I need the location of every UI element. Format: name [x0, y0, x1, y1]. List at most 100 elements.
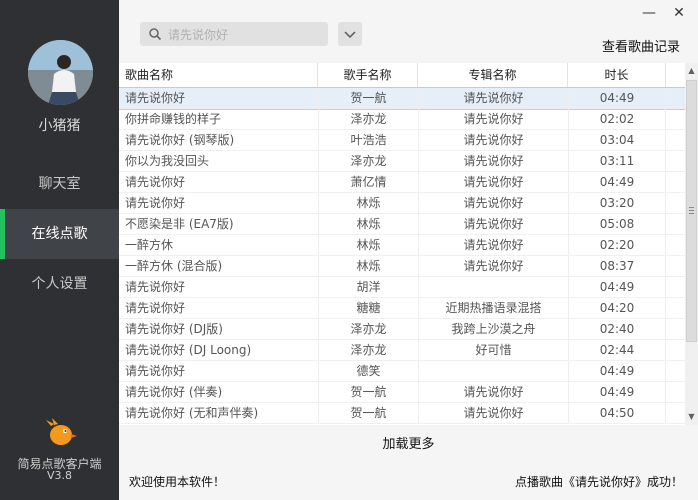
table-row[interactable]: 请先说你好 林烁 请先说你好 03:20 — [119, 193, 685, 214]
duration-cell: 02:44 — [568, 340, 666, 360]
singer-name-cell: 贺一航 — [318, 88, 418, 108]
column-header-duration[interactable]: 时长 — [568, 63, 666, 87]
table-row[interactable]: 你拼命赚钱的样子 泽亦龙 请先说你好 02:02 — [119, 109, 685, 130]
song-name-cell: 请先说你好 (钢琴版) — [125, 133, 235, 147]
album-name-cell: 请先说你好 — [418, 130, 568, 150]
table-row[interactable]: 请先说你好 萧亿情 请先说你好 04:49 — [119, 172, 685, 193]
avatar[interactable] — [28, 40, 93, 105]
duration-cell: 04:49 — [568, 88, 666, 108]
load-more-button[interactable]: 加载更多 — [119, 431, 698, 459]
song-name-cell: 你拼命赚钱的样子 — [125, 112, 222, 126]
duration-cell: 04:49 — [568, 172, 666, 192]
album-name-cell: 请先说你好 — [418, 193, 568, 213]
scroll-thumb[interactable] — [686, 80, 697, 342]
table-row[interactable]: 请先说你好 (钢琴版) 叶浩浩 请先说你好 03:04 — [119, 130, 685, 151]
album-name-cell — [418, 361, 568, 381]
album-name-cell: 请先说你好 — [418, 235, 568, 255]
table-row[interactable]: 不愿染是非 (EA7版) 林烁 请先说你好 05:08 — [119, 214, 685, 235]
singer-name-cell: 林烁 — [318, 193, 418, 213]
singer-name-cell: 贺一航 — [318, 403, 418, 423]
song-name-cell: 请先说你好 — [125, 91, 186, 105]
view-song-history-link[interactable]: 查看歌曲记录 — [602, 36, 680, 55]
close-icon[interactable]: ✕ — [669, 4, 689, 22]
vertical-scrollbar[interactable]: ▲ ▼ — [685, 63, 698, 425]
album-name-cell: 好可惜 — [418, 340, 568, 360]
search-box — [140, 22, 328, 48]
table-row[interactable]: 请先说你好 贺一航 请先说你好 04:49 — [119, 87, 686, 110]
table-row[interactable]: 一醉方休 (混合版) 林烁 请先说你好 08:37 — [119, 256, 685, 277]
singer-name-cell: 林烁 — [318, 235, 418, 255]
album-name-cell: 请先说你好 — [418, 256, 568, 276]
album-name-cell: 请先说你好 — [418, 214, 568, 234]
search-input[interactable] — [166, 22, 325, 48]
main-panel: — ✕ 查看歌曲记录 歌曲名称 歌手名称 专辑名称 时长 请先说你好贺一航请先说… — [119, 0, 698, 500]
album-name-cell: 请先说你好 — [418, 172, 568, 192]
table-body: 请先说你好 贺一航 请先说你好 04:49 你拼命赚钱的样子 泽亦龙 请先说你好 02:02 请… — [119, 87, 686, 424]
table-row[interactable]: 请先说你好 (伴奏) 贺一航 请先说你好 04:49 — [119, 382, 685, 403]
song-name-cell: 一醉方休 (混合版) — [125, 259, 223, 273]
nav-item-settings[interactable]: 个人设置 — [0, 259, 119, 309]
table-row[interactable]: 请先说你好 胡洋 04:49 — [119, 277, 685, 298]
singer-name-cell: 叶浩浩 — [318, 130, 418, 150]
table-row[interactable]: 你以为我没回头 泽亦龙 请先说你好 03:11 — [119, 151, 685, 172]
song-name-cell: 请先说你好 — [125, 196, 186, 210]
album-name-cell: 请先说你好 — [418, 382, 568, 402]
singer-name-cell: 糖糖 — [318, 298, 418, 318]
column-header-singer[interactable]: 歌手名称 — [318, 63, 418, 87]
duration-cell: 04:49 — [568, 382, 666, 402]
album-name-cell: 请先说你好 — [418, 151, 568, 171]
table-row[interactable]: 请先说你好 (DJ版) 泽亦龙 我跨上沙漠之舟 02:40 — [119, 319, 685, 340]
duration-cell: 02:40 — [568, 319, 666, 339]
duration-cell: 08:37 — [568, 256, 666, 276]
duration-cell: 04:49 — [568, 277, 666, 297]
song-name-cell: 请先说你好 — [125, 175, 186, 189]
song-name-cell: 请先说你好 (DJ版) — [125, 322, 223, 336]
duration-cell: 05:08 — [568, 214, 666, 234]
table-row[interactable]: 请先说你好 (无和声伴奏) 贺一航 请先说你好 04:50 — [119, 403, 685, 424]
sidebar: 小猪猪 聊天室 在线点歌 个人设置 简易点歌客户端 V3.8 — [0, 0, 119, 500]
search-icon — [149, 28, 162, 41]
album-name-cell: 近期热播语录混搭 — [418, 298, 568, 318]
app-version: V3.8 — [46, 469, 73, 482]
nav-item-chatroom[interactable]: 聊天室 — [0, 159, 119, 209]
scroll-down-arrow-icon[interactable]: ▼ — [685, 411, 698, 423]
chevron-down-icon — [344, 31, 356, 39]
album-name-cell: 我跨上沙漠之舟 — [418, 319, 568, 339]
table-row[interactable]: 请先说你好 德笑 04:49 — [119, 361, 685, 382]
status-welcome: 欢迎使用本软件！ — [129, 475, 226, 489]
album-name-cell — [418, 277, 568, 297]
duration-cell: 04:49 — [568, 361, 666, 381]
minimize-icon[interactable]: — — [639, 4, 659, 22]
duration-cell: 04:50 — [568, 403, 666, 423]
song-name-cell: 不愿染是非 (EA7版) — [125, 217, 234, 231]
song-name-cell: 请先说你好 (无和声伴奏) — [125, 406, 259, 420]
song-table: 歌曲名称 歌手名称 专辑名称 时长 请先说你好 贺一航 请先说你好 04:49 你拼命赚… — [119, 63, 698, 425]
song-name-cell: 请先说你好 (DJ Loong) — [125, 343, 252, 357]
album-name-cell: 请先说你好 — [418, 109, 568, 129]
singer-name-cell: 德笑 — [318, 361, 418, 381]
scroll-up-arrow-icon[interactable]: ▲ — [685, 65, 698, 77]
album-name-cell: 请先说你好 — [418, 88, 568, 108]
duration-cell: 02:20 — [568, 235, 666, 255]
table-row[interactable]: 请先说你好 (DJ Loong) 泽亦龙 好可惜 02:44 — [119, 340, 685, 361]
column-header-song[interactable]: 歌曲名称 — [119, 63, 318, 87]
duration-cell: 04:20 — [568, 298, 666, 318]
song-name-cell: 一醉方休 — [125, 238, 174, 252]
username: 小猪猪 — [38, 118, 81, 134]
app-logo-icon — [46, 418, 77, 445]
duration-cell: 03:11 — [568, 151, 666, 171]
song-name-cell: 请先说你好 — [125, 364, 186, 378]
table-header: 歌曲名称 歌手名称 专辑名称 时长 — [119, 63, 685, 88]
singer-name-cell: 贺一航 — [318, 382, 418, 402]
singer-name-cell: 胡洋 — [318, 277, 418, 297]
search-dropdown-button[interactable] — [338, 22, 362, 46]
table-row[interactable]: 一醉方休 林烁 请先说你好 02:20 — [119, 235, 685, 256]
table-row[interactable]: 请先说你好 糖糖 近期热播语录混搭 04:20 — [119, 298, 685, 319]
singer-name-cell: 林烁 — [318, 256, 418, 276]
duration-cell: 03:20 — [568, 193, 666, 213]
column-header-album[interactable]: 专辑名称 — [418, 63, 568, 87]
song-name-cell: 请先说你好 — [125, 301, 186, 315]
song-name-cell: 你以为我没回头 — [125, 154, 210, 168]
singer-name-cell: 萧亿情 — [318, 172, 418, 192]
nav-item-online-song[interactable]: 在线点歌 — [0, 209, 119, 259]
